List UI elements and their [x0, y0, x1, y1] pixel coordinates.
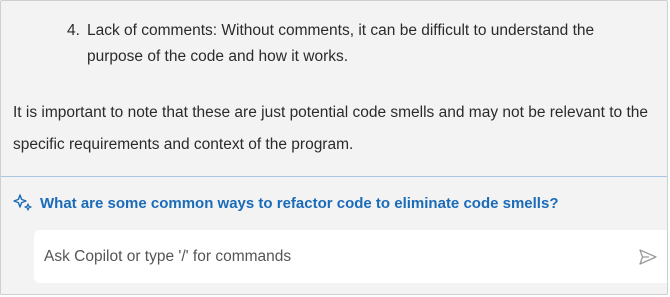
- suggestion-text: What are some common ways to refactor co…: [40, 194, 559, 212]
- chat-input-box: [34, 230, 667, 283]
- copilot-chat-panel: 4. Lack of comments: Without comments, i…: [0, 0, 668, 295]
- response-note: It is important to note that these are j…: [13, 104, 649, 153]
- divider: [1, 176, 667, 177]
- follow-up-suggestion[interactable]: What are some common ways to refactor co…: [13, 191, 558, 215]
- chat-response: 4. Lack of comments: Without comments, i…: [1, 1, 667, 176]
- list-item-text: Lack of comments: Without comments, it c…: [87, 22, 595, 65]
- chat-input[interactable]: [44, 230, 604, 283]
- send-icon[interactable]: [638, 247, 658, 267]
- list-item-number: 4.: [67, 22, 80, 39]
- response-list-item: 4. Lack of comments: Without comments, i…: [67, 18, 637, 70]
- sparkle-icon: [13, 193, 33, 213]
